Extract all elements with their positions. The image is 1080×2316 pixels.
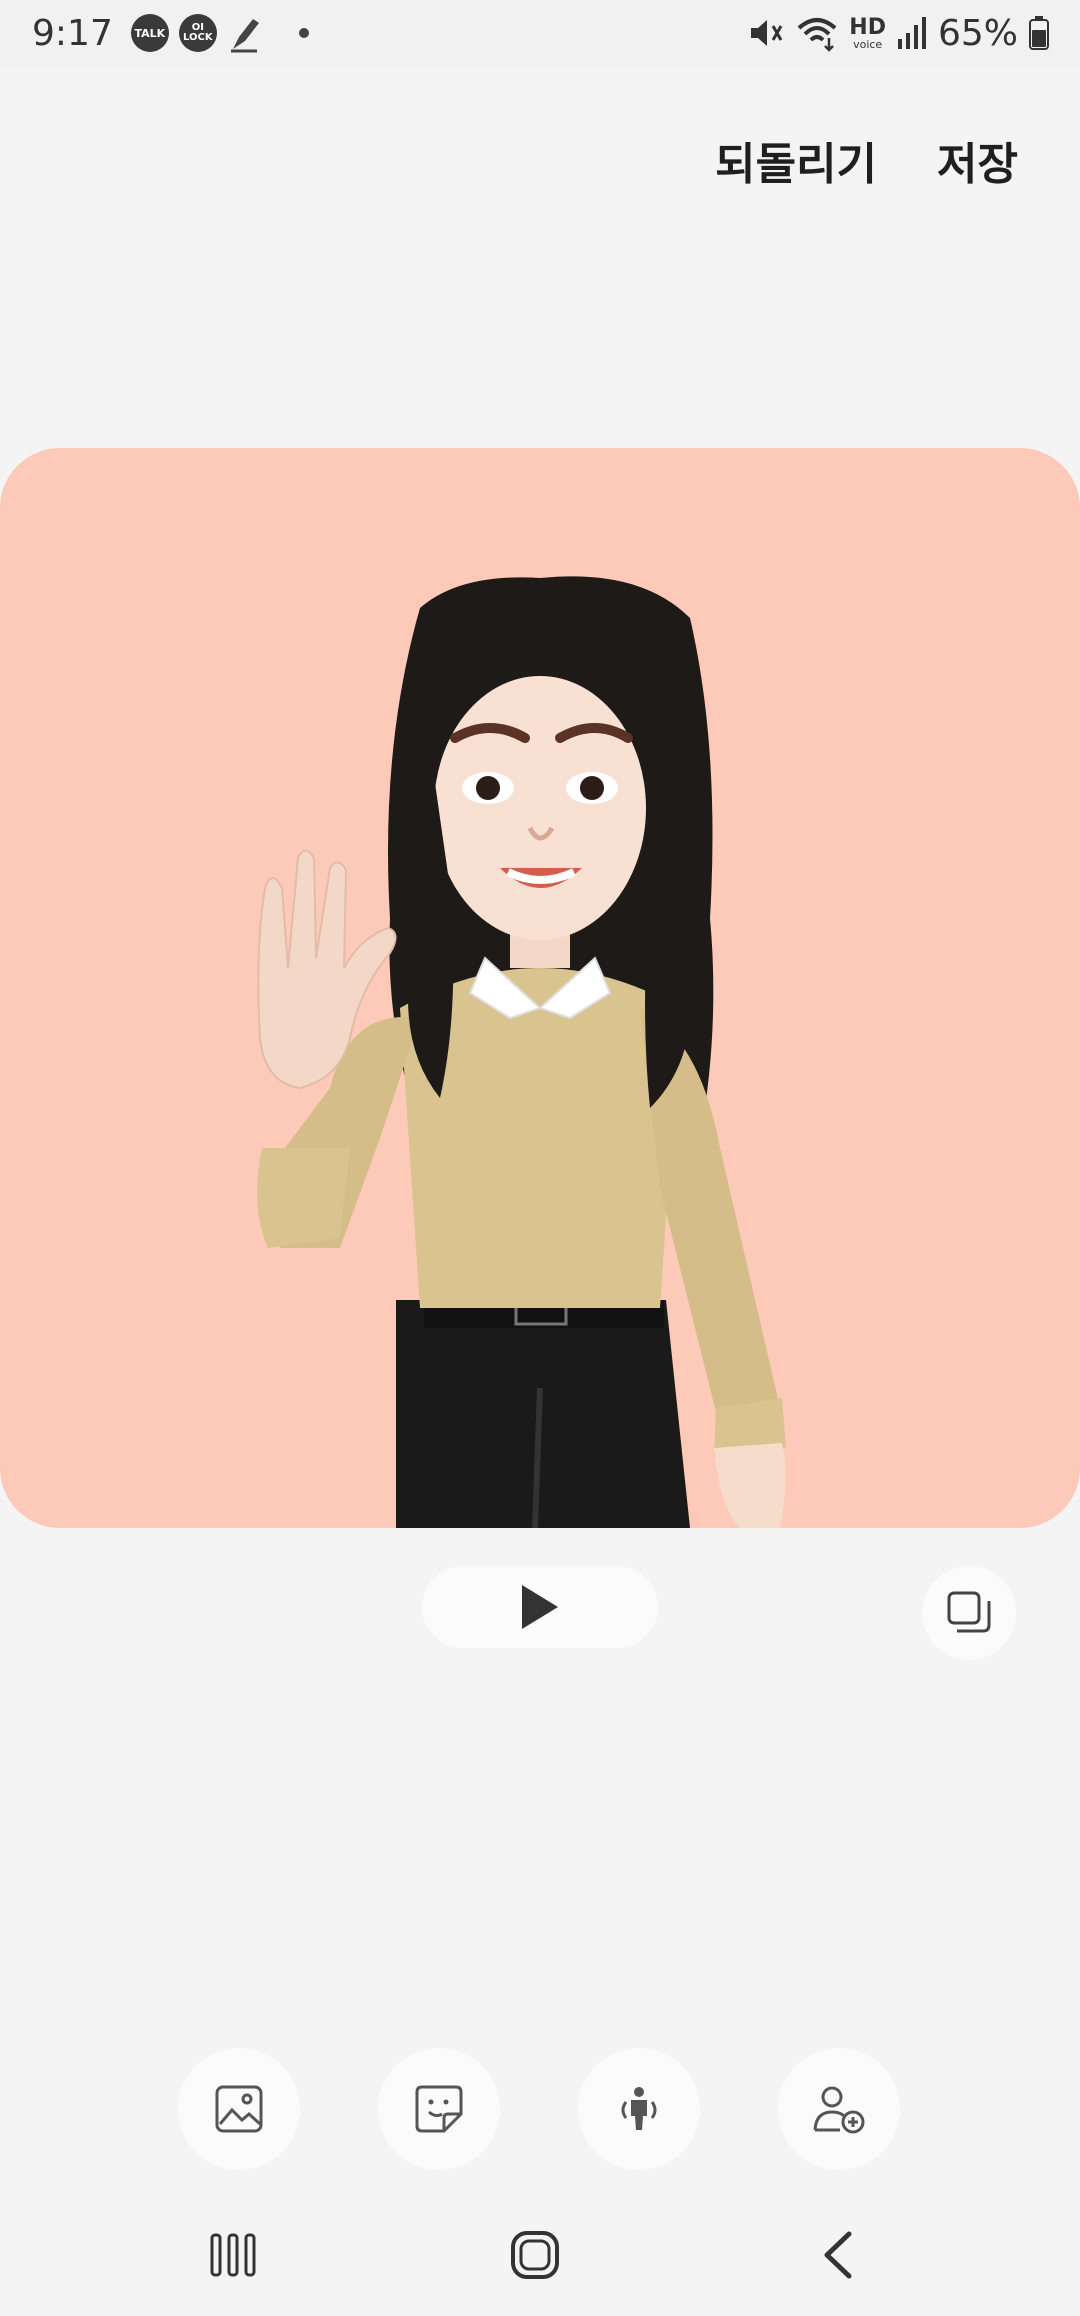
revert-button[interactable]: 되돌리기 — [715, 128, 877, 192]
status-right: HD voice 65% — [747, 13, 1050, 54]
body-pose-icon — [621, 2087, 657, 2130]
kakaotalk-icon: TALK — [130, 14, 169, 52]
status-left: 9:17 TALK OI LOCK — [32, 13, 309, 54]
back-button[interactable] — [787, 2220, 887, 2290]
sticker-icon — [415, 2085, 463, 2133]
navigation-bar — [0, 2200, 1080, 2316]
sticker-button[interactable] — [378, 2048, 500, 2170]
avatar-preview[interactable] — [0, 448, 1080, 1528]
play-icon — [522, 1585, 558, 1629]
wifi-icon — [795, 14, 839, 52]
play-button[interactable] — [422, 1566, 658, 1648]
copy-icon — [947, 1591, 991, 1633]
recent-apps-icon — [210, 2233, 256, 2277]
recent-apps-button[interactable] — [183, 2220, 283, 2290]
add-person-button[interactable] — [778, 2048, 900, 2170]
home-icon — [511, 2231, 559, 2279]
battery-percent: 65% — [937, 12, 1018, 54]
bottom-toolbar — [0, 2048, 1080, 2170]
status-time: 9:17 — [32, 12, 113, 54]
copy-button[interactable] — [922, 1566, 1016, 1660]
pose-button[interactable] — [578, 2048, 700, 2170]
add-person-icon — [813, 2086, 865, 2134]
image-button[interactable] — [178, 2048, 300, 2170]
voice-label: voice — [853, 37, 883, 51]
hd-voice-icon: HD voice — [849, 14, 886, 51]
hd-label: HD — [849, 14, 886, 40]
mute-icon — [747, 14, 785, 52]
image-icon — [215, 2085, 263, 2133]
pen-notification-icon — [227, 13, 263, 53]
back-icon — [824, 2231, 852, 2279]
screen: 9:17 TALK OI LOCK HD voice 65% 되돌리기 저장 — [0, 0, 1080, 2316]
avatar-figure — [257, 576, 786, 1528]
status-bar: 9:17 TALK OI LOCK HD voice 65% — [0, 0, 1080, 66]
more-notifications-dot — [298, 28, 309, 38]
signal-icon — [896, 15, 928, 51]
home-button[interactable] — [485, 2220, 585, 2290]
battery-icon — [1028, 15, 1050, 51]
header-actions: 되돌리기 저장 — [715, 128, 1018, 192]
save-button[interactable]: 저장 — [937, 128, 1018, 192]
oi-lock-icon: OI LOCK — [178, 14, 217, 52]
